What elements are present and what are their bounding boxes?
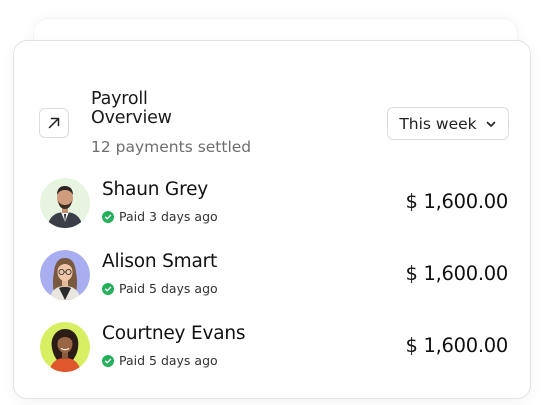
payee-name: Alison Smart xyxy=(102,251,218,272)
payment-status-text: Paid 5 days ago xyxy=(119,281,218,296)
avatar xyxy=(40,250,90,300)
payment-row[interactable]: Shaun Grey Paid 3 days ago $ 1,600.00 xyxy=(38,178,510,230)
check-circle-icon xyxy=(102,354,114,367)
payment-row[interactable]: Alison Smart Paid 5 days ago $ 1,600.00 xyxy=(38,250,510,302)
widget-subtitle: 12 payments settled xyxy=(91,138,252,156)
check-circle-icon xyxy=(102,282,114,295)
payroll-widget-stage: Payroll Overview 12 payments settled Thi… xyxy=(0,0,553,405)
payment-amount: $ 1,600.00 xyxy=(405,190,509,213)
period-select[interactable]: This week xyxy=(387,107,509,140)
open-payroll-button[interactable] xyxy=(39,108,69,138)
widget-title: Payroll Overview xyxy=(91,89,172,128)
payroll-overview-card: Payroll Overview 12 payments settled Thi… xyxy=(13,40,531,399)
payment-status: Paid 3 days ago xyxy=(102,209,218,224)
avatar xyxy=(40,322,90,372)
arrow-up-right-icon xyxy=(48,117,60,129)
payment-status: Paid 5 days ago xyxy=(102,281,218,296)
period-select-value: This week xyxy=(399,114,477,133)
check-circle-icon xyxy=(102,210,114,223)
payee-name: Shaun Grey xyxy=(102,179,209,200)
payment-amount: $ 1,600.00 xyxy=(405,262,509,285)
payment-status-text: Paid 5 days ago xyxy=(119,353,218,368)
chevron-down-icon xyxy=(486,121,495,127)
payment-row[interactable]: Courtney Evans Paid 5 days ago $ 1,600.0… xyxy=(38,322,510,374)
payment-status-text: Paid 3 days ago xyxy=(119,209,218,224)
avatar xyxy=(40,178,90,228)
payment-status: Paid 5 days ago xyxy=(102,353,218,368)
payment-amount: $ 1,600.00 xyxy=(405,334,509,357)
payee-name: Courtney Evans xyxy=(102,323,246,344)
